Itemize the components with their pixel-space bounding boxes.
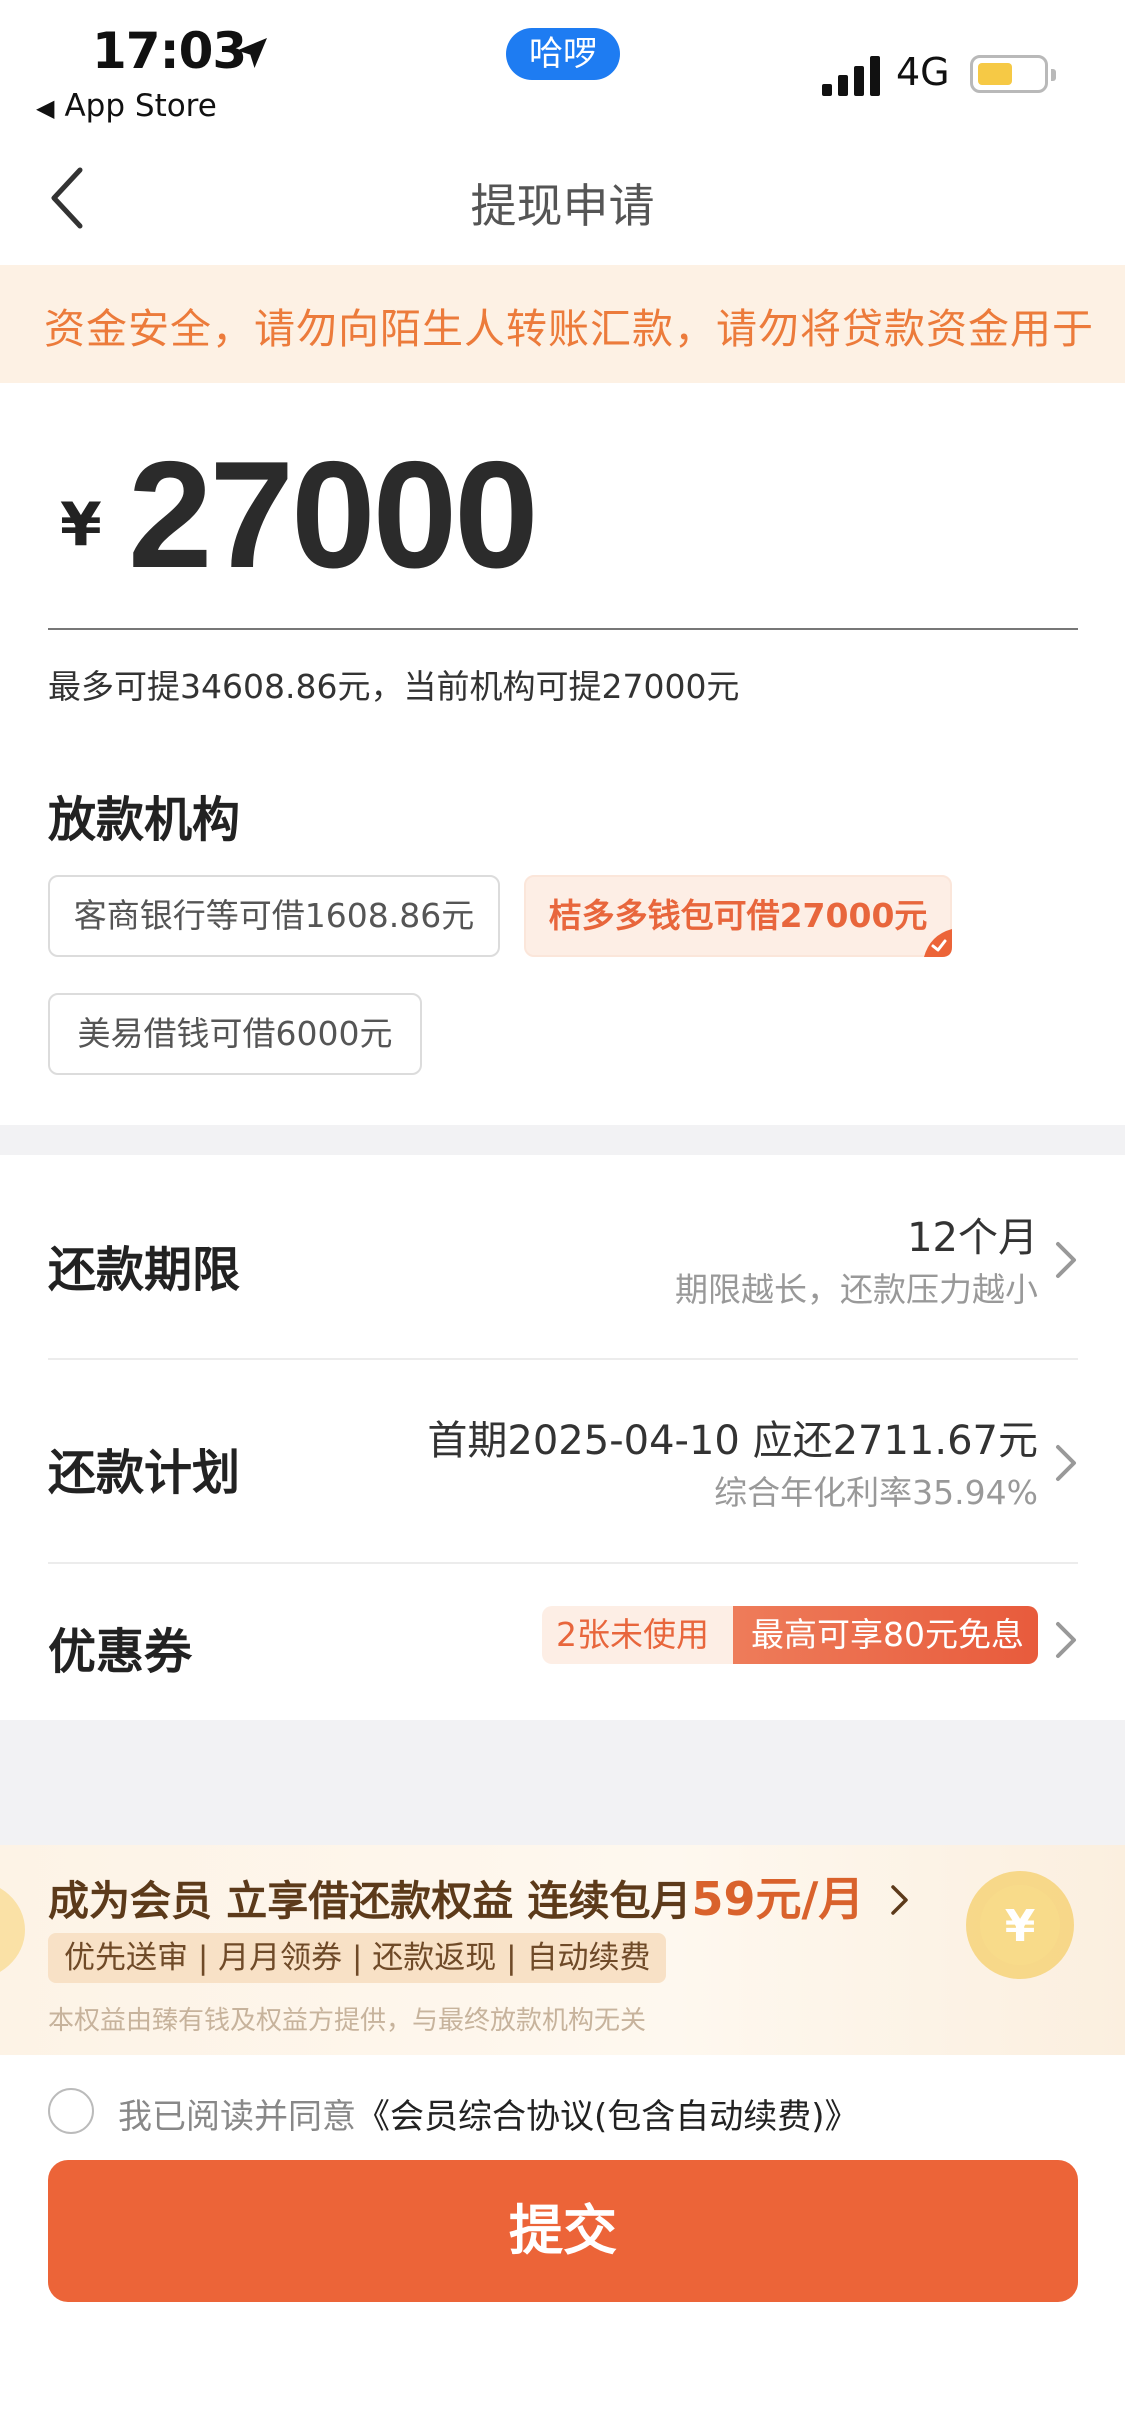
back-triangle-icon: ◀ xyxy=(36,94,55,122)
status-bar: 17:03 ◀ App Store 哈啰 4G xyxy=(0,0,1125,130)
notice-text: 资金安全，请勿向陌生人转账汇款，请勿将贷款资金用于 xyxy=(44,305,1094,353)
withdraw-limit-text: 最多可提34608.86元，当前机构可提27000元 xyxy=(48,667,740,706)
institution-option-label: 客商银行等可借1608.86元 xyxy=(73,896,475,935)
row-separator xyxy=(48,1358,1078,1360)
coupon-offer: 最高可享80元免息 xyxy=(733,1606,1038,1664)
repayment-plan-row[interactable]: 还款计划 首期2025-04-10 应还2711.67元 综合年化利率35.94… xyxy=(48,1408,1078,1518)
nav-bar: 提现申请 xyxy=(0,130,1125,265)
submit-button[interactable]: 提交 xyxy=(48,2160,1078,2302)
membership-banner[interactable]: 成为会员 立享借还款权益 连续包月59元/月 优先送审 | 月月领券 | 还款返… xyxy=(0,1845,1125,2055)
agreement-checkbox[interactable] xyxy=(48,2088,94,2134)
institution-option-label: 美易借钱可借6000元 xyxy=(77,1014,393,1053)
membership-price: 59元/月 xyxy=(691,1872,865,1926)
back-app-label: App Store xyxy=(64,88,217,124)
institution-option-label: 桔多多钱包可借27000元 xyxy=(548,896,928,935)
membership-title-text: 成为会员 立享借还款权益 连续包月 xyxy=(48,1877,692,1925)
repayment-term-label: 还款期限 xyxy=(48,1242,241,1298)
amount-field-area: ¥ xyxy=(48,430,1078,630)
currency-symbol: ¥ xyxy=(60,490,102,560)
network-type: 4G xyxy=(896,50,950,94)
coin-icon xyxy=(0,1888,25,1972)
row-separator xyxy=(48,1562,1078,1564)
section-divider xyxy=(0,1125,1125,1155)
membership-note: 本权益由臻有钱及权益方提供，与最终放款机构无关 xyxy=(48,2006,647,2036)
battery-icon xyxy=(970,55,1056,93)
chevron-right-icon xyxy=(1056,1445,1076,1481)
yen-coin-icon: ¥ xyxy=(966,1871,1074,1979)
institution-option-juduoduo[interactable]: 桔多多钱包可借27000元 xyxy=(524,875,952,957)
repayment-term-value: 12个月 xyxy=(907,1215,1038,1261)
battery-cap xyxy=(1051,69,1056,81)
status-time: 17:03 xyxy=(92,22,247,80)
agreement-link[interactable]: 《会员综合协议(包含自动续费)》 xyxy=(356,2097,859,2137)
location-arrow-icon xyxy=(237,38,267,68)
cellular-signal-icon xyxy=(822,56,880,96)
membership-benefits: 优先送审 | 月月领券 | 还款返现 | 自动续费 xyxy=(48,1933,667,1983)
selected-check-icon xyxy=(924,929,952,957)
coupon-row[interactable]: 优惠券 2张未使用 最高可享80元免息 xyxy=(48,1606,1078,1680)
notice-banner: 资金安全，请勿向陌生人转账汇款，请勿将贷款资金用于 xyxy=(0,265,1125,383)
gray-spacer xyxy=(0,1720,1125,1845)
hello-pill[interactable]: 哈啰 xyxy=(506,28,620,80)
institutions-title: 放款机构 xyxy=(48,792,241,848)
coupon-label: 优惠券 xyxy=(48,1624,193,1680)
battery-fill xyxy=(978,63,1012,85)
repayment-plan-value: 首期2025-04-10 应还2711.67元 xyxy=(427,1418,1038,1464)
agreement-text: 我已阅读并同意《会员综合协议(包含自动续费)》 xyxy=(118,2089,859,2138)
svg-text:¥: ¥ xyxy=(1005,1901,1036,1952)
institution-option-kesha[interactable]: 客商银行等可借1608.86元 xyxy=(48,875,500,957)
repayment-term-hint: 期限越长，还款压力越小 xyxy=(675,1270,1038,1309)
page-title: 提现申请 xyxy=(470,179,655,233)
membership-title: 成为会员 立享借还款权益 连续包月59元/月 xyxy=(48,1863,911,1929)
chevron-right-icon xyxy=(890,1885,908,1915)
repayment-plan-hint: 综合年化利率35.94% xyxy=(714,1473,1038,1512)
amount-input[interactable] xyxy=(128,430,1028,600)
chevron-right-icon xyxy=(1056,1622,1076,1658)
repayment-plan-label: 还款计划 xyxy=(48,1445,241,1501)
chevron-right-icon xyxy=(1056,1242,1076,1278)
back-to-app-link[interactable]: ◀ App Store xyxy=(36,88,217,124)
institution-option-meiyi[interactable]: 美易借钱可借6000元 xyxy=(48,993,422,1075)
coupon-count: 2张未使用 xyxy=(542,1606,733,1664)
repayment-term-row[interactable]: 还款期限 12个月 期限越长，还款压力越小 xyxy=(48,1205,1078,1315)
coupon-badge: 2张未使用 最高可享80元免息 xyxy=(542,1606,1038,1664)
agreement-prefix: 我已阅读并同意 xyxy=(118,2097,356,2137)
